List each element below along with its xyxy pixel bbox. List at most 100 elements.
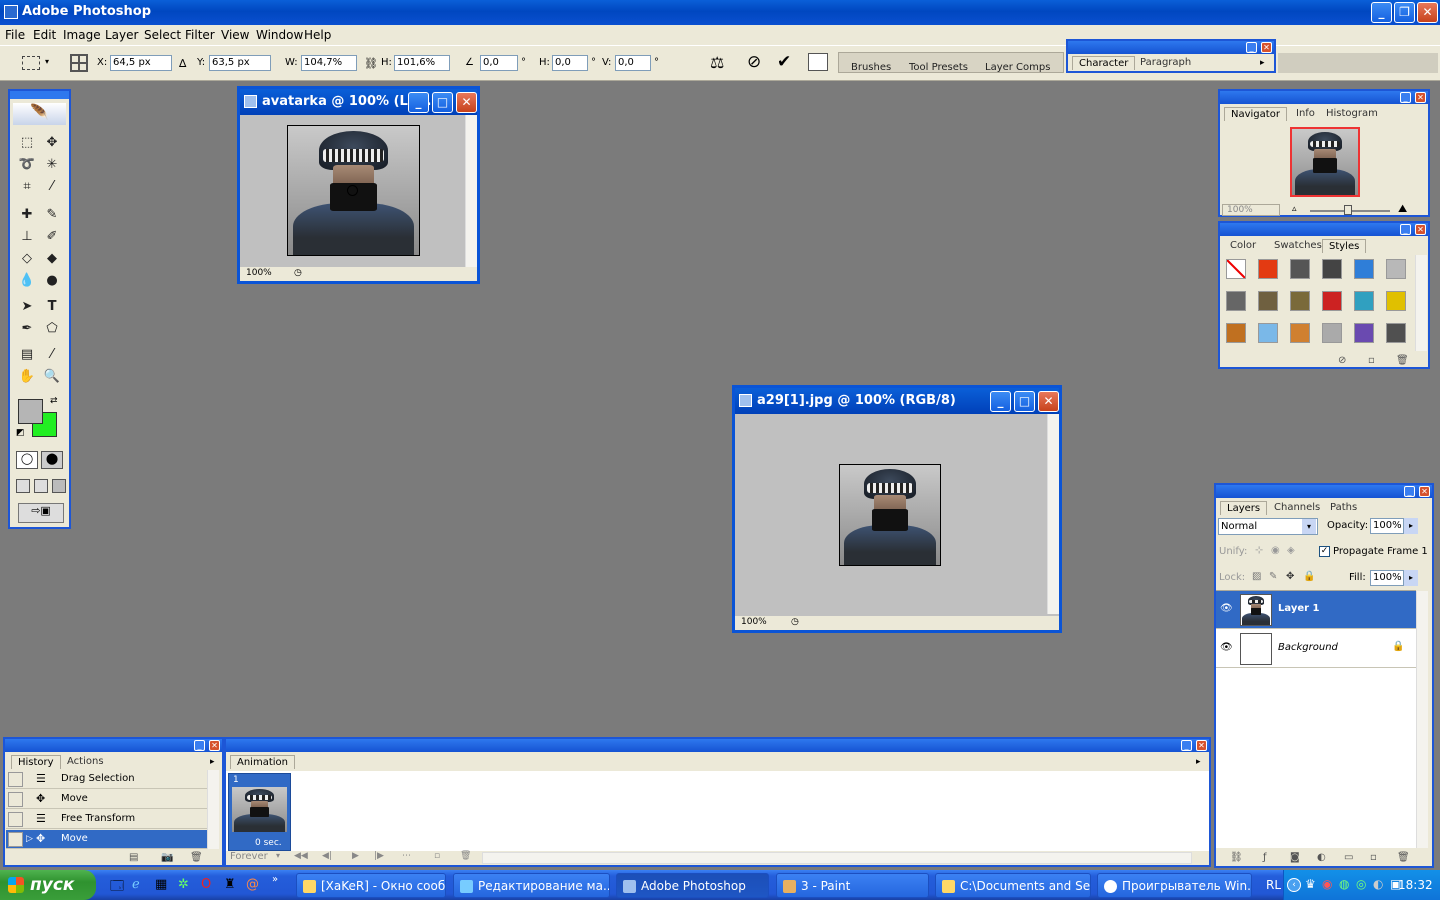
lock-position-icon[interactable]: ✥ <box>1286 571 1294 582</box>
menu-layer[interactable]: Layer <box>105 28 138 42</box>
navigator-close-button[interactable]: ✕ <box>1415 92 1426 103</box>
tab-color[interactable]: Color <box>1224 239 1262 252</box>
fill-field[interactable]: 100% <box>1370 570 1404 586</box>
screen-mode-menu-icon[interactable] <box>34 479 48 493</box>
chevron-down-icon[interactable]: ▾ <box>45 57 49 66</box>
history-snapshot-checkbox[interactable] <box>8 812 23 827</box>
well-tab-brushes[interactable]: Brushes <box>851 62 891 73</box>
lock-pixels-icon[interactable]: ✎ <box>1269 571 1277 582</box>
doc2-vertical-scrollbar[interactable] <box>1047 414 1059 614</box>
animation-close-button[interactable]: ✕ <box>1196 740 1207 751</box>
delete-state-icon[interactable]: 🗑 <box>190 852 203 863</box>
duplicate-frame-icon[interactable]: ▫ <box>434 851 440 861</box>
delete-layer-icon[interactable]: 🗑 <box>1397 852 1410 863</box>
navigator-minimize-button[interactable]: _ <box>1400 92 1411 103</box>
eye-icon[interactable]: 👁 <box>1220 642 1233 653</box>
reference-point-icon[interactable] <box>70 54 88 72</box>
quicklaunch-desktop-icon[interactable]: 🗔 <box>110 877 124 899</box>
layers-close-button[interactable]: ✕ <box>1419 486 1430 497</box>
doc2-close-button[interactable]: ✕ <box>1038 391 1059 412</box>
link-icon[interactable]: ⛓ <box>364 57 378 70</box>
new-group-icon[interactable]: ▭ <box>1344 852 1353 863</box>
layer-row-background[interactable]: 👁 Background 🔒 <box>1216 630 1416 668</box>
style-swatch[interactable] <box>1322 259 1342 279</box>
style-swatch[interactable] <box>1258 259 1278 279</box>
taskbar-button-paint[interactable]: 3 - Paint <box>776 873 929 898</box>
panel-menu-icon[interactable]: ▸ <box>210 757 215 767</box>
unify-position-icon[interactable]: ⊹ <box>1255 545 1263 556</box>
layers-scrollbar[interactable] <box>1416 591 1428 848</box>
style-swatch[interactable] <box>1226 323 1246 343</box>
tab-channels[interactable]: Channels <box>1268 501 1326 514</box>
loop-select[interactable]: Forever <box>230 851 268 862</box>
crop-tool-icon[interactable]: ⌗ <box>16 177 38 197</box>
angle-field[interactable]: 0,0 <box>480 55 518 71</box>
history-minimize-button[interactable]: _ <box>194 740 205 751</box>
y-field[interactable]: 63,5 px <box>209 55 271 71</box>
styles-close-button[interactable]: ✕ <box>1415 224 1426 235</box>
history-item[interactable]: ✥ Move <box>6 790 207 809</box>
tab-styles[interactable]: Styles <box>1322 239 1367 253</box>
tab-layers[interactable]: Layers <box>1220 501 1268 515</box>
snapshot-icon[interactable]: 📷 <box>161 852 173 863</box>
unify-style-icon[interactable]: ◈ <box>1287 545 1295 556</box>
language-indicator[interactable]: RL <box>1266 878 1281 892</box>
character-minimize-button[interactable]: _ <box>1246 42 1257 53</box>
blur-tool-icon[interactable]: 💧 <box>16 271 38 291</box>
style-swatch[interactable] <box>1290 259 1310 279</box>
fill-arrow-icon[interactable]: ▸ <box>1404 570 1418 586</box>
menu-window[interactable]: Window <box>256 28 303 42</box>
blend-mode-select[interactable]: Normal ▾ <box>1218 518 1318 535</box>
lock-transparency-icon[interactable]: ▨ <box>1252 571 1261 582</box>
delete-style-icon[interactable]: 🗑 <box>1396 355 1409 366</box>
minimize-button[interactable]: _ <box>1371 2 1392 23</box>
style-swatch[interactable] <box>1258 291 1278 311</box>
zoom-in-icon[interactable]: ⛰ <box>1398 202 1407 216</box>
history-close-button[interactable]: ✕ <box>209 740 220 751</box>
screen-mode-full-icon[interactable] <box>52 479 66 493</box>
tray-icon[interactable]: ◉ <box>1322 877 1332 891</box>
style-swatch[interactable] <box>1322 291 1342 311</box>
doc2-maximize-button[interactable]: □ <box>1014 391 1035 412</box>
delete-frame-icon[interactable]: 🗑 <box>460 851 471 861</box>
tab-character[interactable]: Character <box>1072 56 1136 70</box>
chevron-down-icon[interactable]: ▾ <box>1302 519 1316 534</box>
opacity-arrow-icon[interactable]: ▸ <box>1404 518 1418 534</box>
history-snapshot-checkbox[interactable] <box>8 832 23 847</box>
animation-horizontal-scrollbar[interactable] <box>482 852 1192 864</box>
tab-paragraph[interactable]: Paragraph <box>1134 56 1197 69</box>
style-swatch[interactable] <box>1354 323 1374 343</box>
clock[interactable]: 18:32 <box>1398 878 1433 892</box>
quicklaunch-ie-icon[interactable]: ℯ <box>132 877 140 892</box>
next-frame-icon[interactable]: |▶ <box>374 851 384 861</box>
opacity-field[interactable]: 100% <box>1370 518 1404 534</box>
tab-paths[interactable]: Paths <box>1324 501 1363 514</box>
quicklaunch-more-icon[interactable]: » <box>272 874 278 885</box>
menu-help[interactable]: Help <box>304 28 331 42</box>
close-button[interactable]: ✕ <box>1417 2 1438 23</box>
tab-navigator[interactable]: Navigator <box>1224 107 1287 121</box>
history-scrollbar[interactable] <box>207 770 219 849</box>
style-swatch[interactable] <box>1290 291 1310 311</box>
shape-tool-icon[interactable]: ⬠ <box>41 319 63 339</box>
adjustment-layer-icon[interactable]: ◐ <box>1317 852 1326 863</box>
menu-select[interactable]: Select <box>144 28 181 42</box>
start-button[interactable]: пуск <box>0 870 96 900</box>
tab-swatches[interactable]: Swatches <box>1268 239 1328 252</box>
quicklaunch-mail-icon[interactable]: @ <box>246 877 259 892</box>
notes-tool-icon[interactable]: ▤ <box>16 345 38 365</box>
tray-icon[interactable]: ◐ <box>1373 877 1383 891</box>
paint-bucket-icon[interactable]: ◆ <box>41 249 63 269</box>
doc2-canvas-image[interactable] <box>839 464 941 566</box>
foreground-color-swatch[interactable] <box>18 399 43 424</box>
vskew-field[interactable]: 0,0 <box>615 55 651 71</box>
x-field[interactable]: 64,5 px <box>110 55 172 71</box>
doc1-status-menu-icon[interactable]: ◷ <box>294 267 302 280</box>
commit-transform-icon[interactable]: ✔ <box>777 52 791 72</box>
taskbar-button-media-player[interactable]: Проигрыватель Win... <box>1097 873 1252 898</box>
doc1-minimize-button[interactable]: _ <box>408 92 429 113</box>
layers-minimize-button[interactable]: _ <box>1404 486 1415 497</box>
history-brush-icon[interactable]: ✐ <box>41 227 63 247</box>
link-layers-icon[interactable]: ⛓ <box>1230 852 1243 863</box>
propagate-checkbox[interactable]: ✓ <box>1319 546 1330 557</box>
